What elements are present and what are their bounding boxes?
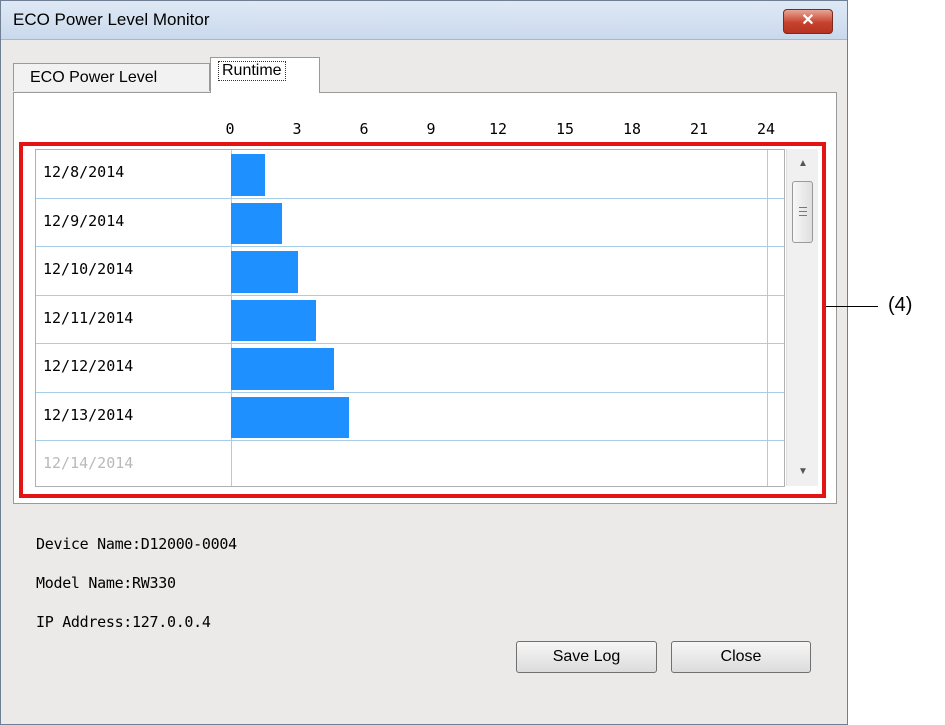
- axis-tick-label: 21: [689, 120, 709, 138]
- callout-label: (4): [888, 294, 913, 316]
- axis-tick-label: 6: [359, 120, 369, 138]
- date-label: 12/9/2014: [43, 211, 125, 230]
- axis-tick-label: 15: [555, 120, 575, 138]
- date-label: 12/13/2014: [43, 405, 134, 424]
- callout-line: [826, 306, 878, 307]
- device-name-text: Device Name:D12000-0004: [36, 535, 237, 553]
- date-label: 12/10/2014: [43, 260, 134, 278]
- date-label: 12/8/2014: [43, 163, 125, 181]
- axis-tick-label: 12: [488, 120, 508, 138]
- title-bar: ECO Power Level Monitor ✕: [1, 1, 847, 40]
- runtime-chart-highlight: [19, 142, 826, 498]
- window-close-icon[interactable]: ✕: [783, 9, 833, 34]
- save-log-button[interactable]: Save Log: [516, 641, 657, 673]
- tab-runtime[interactable]: Runtime: [210, 57, 320, 93]
- axis-tick-label: 3: [292, 120, 302, 138]
- axis-tick-label: 9: [426, 120, 436, 138]
- tab-eco-power-level-label: ECO Power Level: [30, 69, 158, 86]
- axis-tick-label: 0: [225, 120, 235, 138]
- eco-power-level-monitor-window: ECO Power Level Monitor ✕ ECO Power Leve…: [0, 0, 848, 725]
- date-label: 12/12/2014: [43, 357, 134, 375]
- axis-tick-label: 24: [756, 120, 776, 138]
- ip-address-text: IP Address:127.0.0.4: [36, 613, 211, 631]
- date-label: 12/11/2014: [43, 308, 134, 327]
- window-title: ECO Power Level Monitor: [13, 10, 210, 29]
- close-button[interactable]: Close: [671, 641, 811, 673]
- axis-tick-label: 18: [622, 120, 642, 138]
- tab-runtime-label: Runtime: [218, 61, 286, 81]
- tab-eco-power-level[interactable]: ECO Power Level: [13, 63, 210, 91]
- model-name-text: Model Name:RW330: [36, 574, 176, 592]
- date-label: 12/14/2014: [43, 454, 134, 472]
